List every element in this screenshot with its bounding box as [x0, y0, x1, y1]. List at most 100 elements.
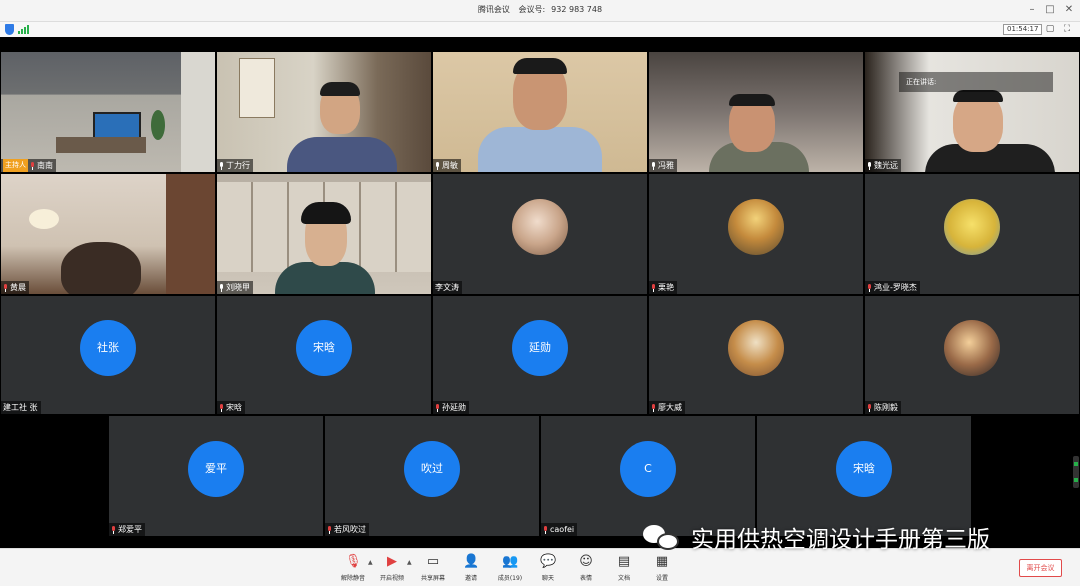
video-tile[interactable]: 李文涛 — [433, 174, 647, 294]
reactions-label: 表情 — [579, 575, 592, 582]
app-name: 腾讯会议 — [477, 5, 510, 14]
shield-icon[interactable] — [5, 24, 14, 35]
participant-name: 宋晗 — [226, 403, 242, 412]
avatar — [728, 320, 784, 376]
unmute-button[interactable]: 🎙 解除静音 — [336, 554, 370, 582]
video-tile[interactable]: 宋晗 宋晗 — [217, 296, 431, 414]
video-tile[interactable]: 鸿业-罗晓杰 — [865, 174, 1079, 294]
mic-muted-icon — [867, 403, 872, 412]
video-tile[interactable]: 爱平 郑爱平 — [109, 416, 323, 536]
fullscreen-icon[interactable]: ⛶ — [1061, 23, 1073, 35]
mic-muted-icon — [867, 283, 872, 292]
camera-video — [865, 52, 1079, 172]
mic-icon — [435, 161, 440, 170]
title-bar: 腾讯会议 会议号: 932 983 748 – □ ✕ — [0, 0, 1080, 22]
settings-button[interactable]: ▦ 设置 — [645, 554, 679, 582]
avatar: 吹过 — [404, 441, 460, 497]
participant-label: 宋晗 — [217, 401, 245, 414]
avatar: C — [620, 441, 676, 497]
video-tile[interactable]: 廖大威 — [649, 296, 863, 414]
video-tile[interactable]: 宋晗 — [757, 416, 971, 536]
chevron-up-icon[interactable]: ▲ — [368, 559, 373, 566]
mic-muted-icon — [543, 525, 548, 534]
invite-button[interactable]: 👤 邀请 — [454, 554, 488, 582]
leave-meeting-button[interactable]: 离开会议 — [1019, 559, 1062, 577]
participant-name: 李文涛 — [435, 283, 459, 292]
avatar — [944, 320, 1000, 376]
host-tag: 主持人 — [3, 159, 28, 172]
avatar: 宋晗 — [296, 320, 352, 376]
video-tile[interactable]: 主持人 南南 — [1, 52, 215, 172]
docs-button[interactable]: ▤ 文档 — [607, 554, 641, 582]
video-tile[interactable]: 延勋 孙延勋 — [433, 296, 647, 414]
avatar — [944, 199, 1000, 255]
status-bar: 01:54:17 ▢ ⛶ — [0, 22, 1080, 37]
document-icon: ▤ — [617, 554, 631, 569]
video-tile[interactable]: 周敏 — [433, 52, 647, 172]
invite-label: 邀请 — [464, 575, 477, 582]
video-tile[interactable]: 黄晨 — [1, 174, 215, 294]
participant-name: 冯雅 — [658, 161, 674, 170]
minimize-icon[interactable]: – — [1025, 2, 1039, 18]
video-tile[interactable]: 陈刚毅 — [865, 296, 1079, 414]
video-tile[interactable]: 栗艳 — [649, 174, 863, 294]
participant-name: 周敏 — [442, 161, 458, 170]
chevron-up-icon[interactable]: ▲ — [407, 559, 412, 566]
mic-muted-icon — [111, 525, 116, 534]
docs-label: 文档 — [617, 575, 630, 582]
video-tile[interactable]: 魏光远 — [865, 52, 1079, 172]
start-video-label: 开启视频 — [379, 575, 404, 582]
mic-muted-icon: 🎙 — [345, 554, 362, 569]
participant-label: 周敏 — [433, 159, 461, 172]
members-button[interactable]: 👥 成员(19) — [493, 554, 527, 582]
participant-label: 陈刚毅 — [865, 401, 901, 414]
wechat-logo-icon — [641, 523, 681, 551]
participant-label: 魏光远 — [865, 159, 901, 172]
avatar: 延勋 — [512, 320, 568, 376]
mic-muted-icon — [219, 403, 224, 412]
participant-name: 若风吹过 — [334, 525, 366, 534]
share-screen-icon: ▭ — [426, 554, 440, 569]
view-layout-icon[interactable]: ▢ — [1044, 23, 1056, 35]
video-tile[interactable]: 丁力行 — [217, 52, 431, 172]
participant-name: 鸿业-罗晓杰 — [874, 283, 917, 292]
participant-label: 郑爱平 — [109, 523, 145, 536]
close-icon[interactable]: ✕ — [1062, 2, 1076, 18]
video-tile[interactable]: 吹过 若风吹过 — [325, 416, 539, 536]
chat-button[interactable]: 💬 聊天 — [531, 554, 565, 582]
share-screen-button[interactable]: ▭ 共享屏幕 — [416, 554, 450, 582]
chat-label: 聊天 — [541, 575, 554, 582]
meeting-window: 腾讯会议 会议号: 932 983 748 – □ ✕ 01:54:17 ▢ ⛶ … — [0, 0, 1080, 586]
avatar: 宋晗 — [836, 441, 892, 497]
participant-label: 丁力行 — [217, 159, 253, 172]
mic-muted-icon — [30, 161, 35, 170]
participant-name: 南南 — [37, 161, 53, 170]
video-tile[interactable]: 冯雅 — [649, 52, 863, 172]
signal-icon[interactable] — [18, 25, 30, 34]
camera-video — [1, 174, 215, 294]
participant-label: 黄晨 — [1, 281, 29, 294]
maximize-icon[interactable]: □ — [1043, 2, 1057, 18]
participant-name: 黄晨 — [10, 283, 26, 292]
participant-name: 郑爱平 — [118, 525, 142, 534]
avatar: 社张 — [80, 320, 136, 376]
members-label: 成员(19) — [497, 575, 523, 582]
avatar — [512, 199, 568, 255]
video-tile[interactable]: 社张 建工社 张 — [1, 296, 215, 414]
participant-label: 栗艳 — [649, 281, 677, 294]
chat-icon: 💬 — [540, 554, 557, 569]
start-video-button[interactable]: ▶ 开启视频 — [375, 554, 409, 582]
video-tile[interactable]: C caofei — [541, 416, 755, 536]
reactions-button[interactable]: ☺ 表情 — [569, 554, 603, 582]
participant-name: 魏光远 — [874, 161, 898, 170]
window-title: 腾讯会议 会议号: 932 983 748 — [0, 4, 1080, 15]
video-tile[interactable]: 刘晓甲 — [217, 174, 431, 294]
mic-icon — [219, 283, 224, 292]
mic-muted-icon — [327, 525, 332, 534]
meeting-timer: 01:54:17 — [1003, 24, 1043, 35]
mic-muted-icon — [3, 283, 8, 292]
settings-label: 设置 — [655, 575, 668, 582]
participant-label: 建工社 张 — [1, 401, 41, 414]
members-icon: 👥 — [502, 554, 519, 569]
scroll-handle[interactable] — [1073, 456, 1079, 488]
